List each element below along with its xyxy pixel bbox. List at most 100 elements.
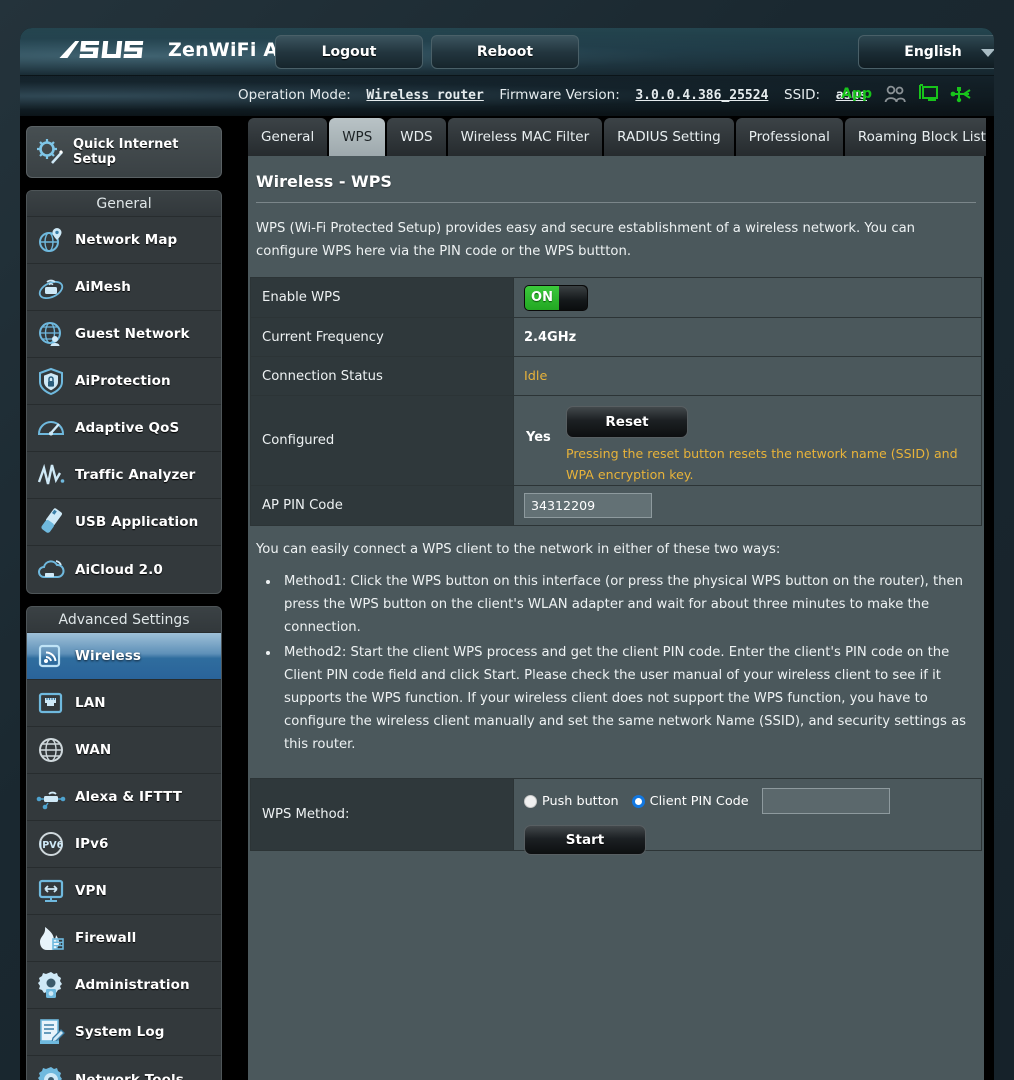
row-ap-pin-code: AP PIN Code	[251, 486, 981, 525]
tab-wds[interactable]: WDS	[387, 118, 446, 156]
ways-intro: You can easily connect a WPS client to t…	[256, 542, 781, 557]
sidebar-item-administration[interactable]: Administration	[27, 962, 221, 1009]
administration-gear-icon	[38, 972, 62, 998]
radio-client-pin-code-label[interactable]: Client PIN Code	[650, 794, 749, 809]
row-enable-wps: Enable WPS ON	[251, 278, 981, 318]
main-content-area: General WPS WDS Wireless MAC Filter RADI…	[228, 116, 994, 1080]
wps-method-options: Push button Client PIN Code	[524, 788, 971, 814]
tab-professional[interactable]: Professional	[735, 118, 843, 156]
sidebar-item-vpn[interactable]: VPN	[27, 868, 221, 915]
client-pin-code-input[interactable]	[761, 788, 890, 814]
sidebar-group-advanced-settings: Advanced Settings Wireless LAN WAN Alexa…	[26, 606, 222, 1080]
firmware-value[interactable]: 3.0.0.4.386_25524	[635, 88, 768, 103]
sidebar-item-aicloud[interactable]: AiCloud 2.0	[27, 546, 221, 593]
connection-status-value: Idle	[524, 368, 548, 384]
network-map-icon	[39, 228, 62, 252]
sidebar-item-wireless[interactable]: Wireless	[27, 633, 221, 680]
tab-roaming-block-list[interactable]: Roaming Block List	[844, 118, 994, 156]
configured-value: Yes	[526, 430, 551, 445]
sidebar-item-label: LAN	[75, 695, 106, 711]
router-status-text: Operation Mode: Wireless router Firmware…	[238, 87, 867, 103]
sidebar-item-label: AiMesh	[75, 279, 131, 295]
sidebar-item-aiprotection[interactable]: AiProtection	[27, 358, 221, 405]
system-log-icon	[40, 1019, 65, 1044]
ap-pin-code-input[interactable]	[524, 493, 652, 518]
sidebar-item-network-map[interactable]: Network Map	[27, 217, 221, 264]
enable-wps-label: Enable WPS	[251, 278, 514, 317]
ways-list: Method1: Click the WPS button on this in…	[280, 570, 970, 756]
sidebar-item-lan[interactable]: LAN	[27, 680, 221, 727]
sidebar-item-usb-application[interactable]: USB Application	[27, 499, 221, 546]
sidebar-item-quick-internet-setup[interactable]: Quick Internet Setup	[26, 126, 222, 178]
sidebar-navigation: Quick Internet Setup General Network Map	[20, 116, 228, 1080]
sidebar-item-label: AiProtection	[75, 373, 171, 389]
sidebar-item-traffic-analyzer[interactable]: Traffic Analyzer	[27, 452, 221, 499]
sidebar-item-aimesh[interactable]: AiMesh	[27, 264, 221, 311]
network-tools-icon	[38, 1066, 62, 1080]
sidebar-item-system-log[interactable]: System Log	[27, 1009, 221, 1056]
ways-item-method1: Method1: Click the WPS button on this in…	[280, 570, 970, 639]
tab-wps[interactable]: WPS	[329, 118, 386, 156]
operation-mode-label: Operation Mode:	[238, 87, 351, 103]
sidebar-item-alexa-ifttt[interactable]: Alexa & IFTTT	[27, 774, 221, 821]
toggle-on-label: ON	[525, 285, 559, 310]
ap-pin-code-label: AP PIN Code	[251, 486, 514, 525]
language-selector[interactable]: English	[858, 35, 994, 69]
start-button[interactable]: Start	[524, 825, 646, 855]
radio-client-pin-code[interactable]	[631, 794, 645, 808]
vpn-monitor-icon	[38, 879, 64, 902]
asus-logo	[56, 38, 159, 68]
sidebar-item-label: System Log	[75, 1024, 165, 1040]
sidebar-item-label: Guest Network	[75, 326, 190, 342]
sidebar-item-ipv6[interactable]: IPV6 IPv6	[27, 821, 221, 868]
sidebar-group-title-advanced: Advanced Settings	[27, 607, 221, 633]
lan-port-icon	[38, 692, 63, 714]
wan-globe-icon	[39, 738, 63, 762]
sidebar-item-label: Administration	[75, 977, 190, 993]
status-info-bar: Operation Mode: Wireless router Firmware…	[20, 76, 994, 116]
app-link[interactable]: App	[841, 86, 872, 102]
page-body: Quick Internet Setup General Network Map	[20, 116, 994, 1080]
usb-icon[interactable]	[950, 85, 972, 103]
asus-logo-glyph	[59, 41, 144, 58]
sidebar-item-adaptive-qos[interactable]: Adaptive QoS	[27, 405, 221, 452]
reset-button[interactable]: Reset	[566, 406, 688, 438]
reset-warning-note: Pressing the reset button resets the net…	[566, 446, 958, 482]
logout-button[interactable]: Logout	[275, 35, 423, 69]
aiprotection-shield-icon	[39, 367, 63, 396]
connection-status-label: Connection Status	[251, 357, 514, 395]
row-wps-method: WPS Method: Push button Client PIN Code …	[251, 779, 981, 855]
users-icon[interactable]	[884, 85, 906, 103]
sidebar-item-label: WAN	[75, 742, 112, 758]
tab-general[interactable]: General	[248, 118, 328, 156]
sidebar-item-guest-network[interactable]: Guest Network	[27, 311, 221, 358]
guest-network-icon	[39, 322, 61, 346]
wireless-signal-icon	[38, 644, 61, 668]
sidebar-item-label: AiCloud 2.0	[75, 561, 163, 578]
sidebar-item-wan[interactable]: WAN	[27, 727, 221, 774]
sidebar-item-label: IPv6	[75, 836, 109, 852]
sidebar-item-network-tools[interactable]: Network Tools	[27, 1056, 221, 1080]
tab-wireless-mac-filter[interactable]: Wireless MAC Filter	[447, 118, 603, 156]
client-monitor-icon[interactable]	[918, 84, 938, 103]
adaptive-qos-gauge-icon	[37, 421, 65, 436]
sidebar-item-label: Firewall	[75, 930, 137, 946]
quick-setup-label: Quick Internet Setup	[73, 137, 179, 167]
current-frequency-label: Current Frequency	[251, 318, 514, 356]
alexa-ifttt-icon	[36, 791, 66, 810]
enable-wps-toggle[interactable]: ON	[524, 284, 588, 311]
radio-push-button[interactable]	[524, 794, 537, 808]
sidebar-item-firewall[interactable]: Firewall	[27, 915, 221, 962]
operation-mode-value[interactable]: Wireless router	[366, 88, 483, 103]
sidebar-item-label: Wireless	[75, 648, 141, 664]
wps-settings-table: Enable WPS ON Current Frequency 2.4GHz C…	[250, 277, 982, 526]
radio-push-button-label[interactable]: Push button	[542, 794, 619, 809]
toggle-knob	[559, 285, 587, 310]
reboot-button[interactable]: Reboot	[431, 35, 579, 69]
status-icon-group: App	[841, 84, 972, 103]
row-current-frequency: Current Frequency 2.4GHz	[251, 318, 981, 357]
language-selected-label: English	[904, 44, 962, 60]
tab-radius-setting[interactable]: RADIUS Setting	[604, 118, 734, 156]
sidebar-item-label: Alexa & IFTTT	[75, 789, 183, 805]
wireless-tab-bar: General WPS WDS Wireless MAC Filter RADI…	[228, 116, 994, 156]
